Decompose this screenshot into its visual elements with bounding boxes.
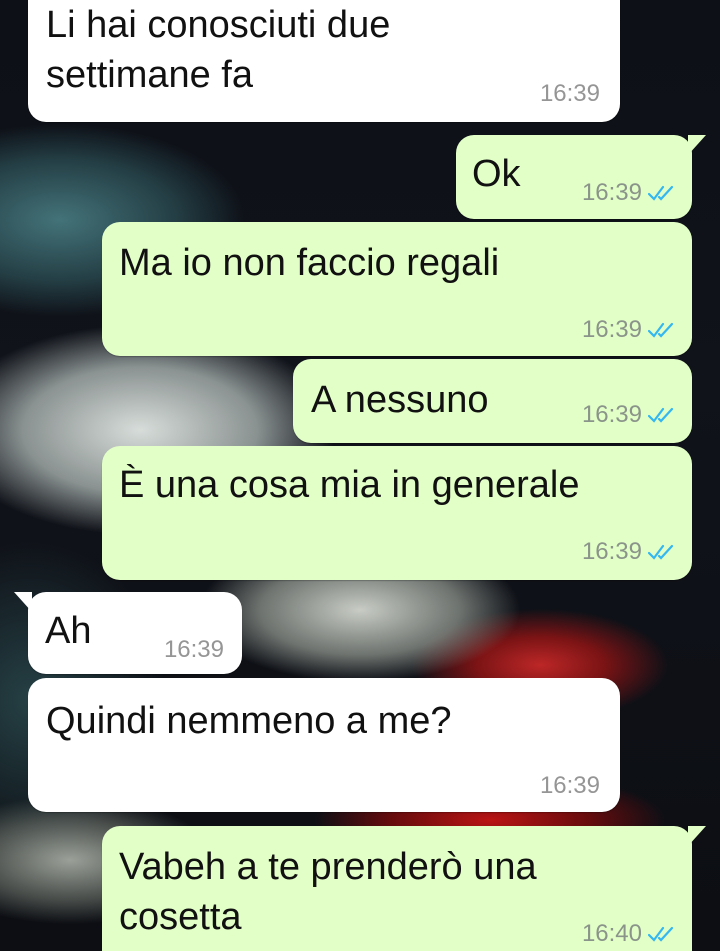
message-meta: 16:39: [540, 772, 600, 800]
message-meta: 16:40: [582, 920, 678, 948]
message-bubble-incoming[interactable]: Ah 16:39: [14, 592, 242, 674]
message-time: 16:39: [539, 80, 600, 107]
read-double-check-icon: [648, 407, 674, 423]
message-meta: 16:39: [582, 401, 678, 429]
chat-screen: { "colors": { "incoming_bubble": "#fffff…: [0, 0, 720, 951]
message-meta: 16:39: [582, 538, 678, 566]
read-double-check-icon: [648, 544, 674, 560]
message-meta: 16:39: [540, 80, 600, 108]
message-time: 16:39: [581, 179, 642, 206]
message-bubble-outgoing[interactable]: Ma io non faccio regali 16:39: [102, 222, 692, 356]
message-bubble-outgoing[interactable]: Vabeh a te prenderò una cosetta 16:40: [102, 826, 706, 951]
message-meta: 16:39: [582, 316, 678, 344]
message-text: Ma io non faccio regali: [119, 242, 500, 284]
read-double-check-icon: [648, 926, 674, 942]
message-meta: 16:39: [582, 179, 678, 207]
message-meta: 16:39: [164, 636, 224, 664]
message-text: A nessuno: [311, 379, 489, 421]
message-text: È una cosa mia in generale: [119, 464, 580, 506]
message-text: Vabeh a te prenderò una cosetta: [119, 846, 537, 938]
message-text: Ok: [472, 153, 521, 195]
message-bubble-incoming[interactable]: Li hai conosciuti due settimane fa 16:39: [28, 0, 620, 122]
message-time: 16:40: [581, 920, 642, 947]
message-time: 16:39: [539, 772, 600, 799]
message-time: 16:39: [581, 401, 642, 428]
message-time: 16:39: [163, 636, 224, 663]
read-double-check-icon: [648, 322, 674, 338]
message-bubble-outgoing[interactable]: Ok 16:39: [456, 135, 706, 219]
message-text: Ah: [45, 610, 92, 652]
message-time: 16:39: [581, 538, 642, 565]
message-bubble-incoming[interactable]: Quindi nemmeno a me? 16:39: [28, 678, 620, 812]
message-text: Quindi nemmeno a me?: [46, 700, 452, 742]
message-text: Li hai conosciuti due settimane fa: [46, 4, 391, 96]
message-bubble-outgoing[interactable]: A nessuno 16:39: [293, 359, 692, 443]
message-time: 16:39: [581, 316, 642, 343]
message-bubble-outgoing[interactable]: È una cosa mia in generale 16:39: [102, 446, 692, 580]
read-double-check-icon: [648, 185, 674, 201]
